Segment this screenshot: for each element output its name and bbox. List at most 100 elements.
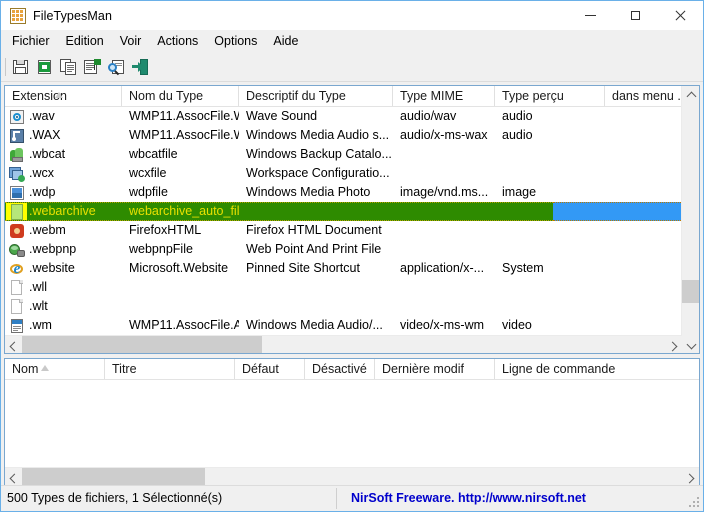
find-button[interactable] (105, 56, 128, 78)
properties-button[interactable] (81, 56, 104, 78)
column-header-label: Ligne de commande (502, 362, 616, 376)
cell-mime (393, 202, 495, 221)
cell-type_name: WMP11.AssocFile.W... (129, 128, 239, 142)
scroll-right-button-bottom[interactable] (682, 468, 699, 485)
cell-mime: audio/x-ms-wax (400, 128, 488, 142)
menu-item-options[interactable]: Options (206, 32, 265, 50)
close-button[interactable] (658, 1, 703, 30)
cell-mime (393, 145, 495, 164)
column-header-d-faut[interactable]: Défaut (235, 359, 305, 379)
save-button[interactable] (9, 56, 32, 78)
table-row[interactable]: .wll (5, 278, 699, 297)
table-row[interactable]: e .website Microsoft.Website Pinned Site Sh… (5, 259, 699, 278)
cell-perceived (495, 221, 605, 240)
table-row[interactable]: .wdp wdpfile Windows Media Photo image/vnd.… (5, 183, 699, 202)
menu-item-actions[interactable]: Actions (149, 32, 206, 50)
cell-extension: .wll (5, 278, 122, 297)
menu-item-voir[interactable]: Voir (112, 32, 150, 50)
menu-bar: Fichier Edition Voir Actions Options Aid… (1, 30, 703, 52)
column-header-label: Descriptif du Type (246, 89, 346, 103)
column-header-titre[interactable]: Titre (105, 359, 235, 379)
status-freeware-link[interactable]: NirSoft Freeware. http://www.nirsoft.net (337, 486, 697, 511)
chevron-left-icon (10, 473, 18, 481)
column-header-label: Nom du Type (129, 89, 204, 103)
cell-type_name (122, 297, 239, 316)
cell-perceived: image (502, 185, 537, 199)
resize-grip[interactable] (689, 497, 701, 509)
chevron-left-icon (10, 341, 18, 349)
table-row[interactable]: .webpnp webpnpFile Web Point And Print Fil… (5, 240, 699, 259)
copy-button[interactable] (57, 56, 80, 78)
cell-menu (605, 202, 699, 221)
filetypesman-window: FileTypesMan Fichier Edition Voir Action… (0, 0, 704, 512)
column-header-label: Défaut (242, 362, 279, 376)
cell-mime: image/vnd.ms... (400, 185, 489, 199)
column-header-nom-du-type[interactable]: Nom du Type (122, 86, 239, 106)
cell-description (239, 278, 393, 297)
cell-type_name: webpnpFile (129, 242, 193, 256)
cell-description: Workspace Configuratio... (246, 166, 390, 180)
menu-item-aide[interactable]: Aide (265, 32, 306, 50)
cell-mime (393, 278, 495, 297)
table-row[interactable]: .wbcat wbcatfile Windows Backup Catalo... (5, 145, 699, 164)
cell-extension: .WAX (5, 126, 122, 145)
column-header-derni-re-modif[interactable]: Dernière modif (375, 359, 495, 379)
column-header-label: dans menu ... (612, 89, 688, 103)
column-header-type-mime[interactable]: Type MIME (393, 86, 495, 106)
wax-file-icon (9, 128, 25, 144)
close-icon (675, 10, 686, 21)
extension-label: .webarchive (29, 204, 96, 218)
exit-button[interactable] (129, 56, 152, 78)
scroll-left-button-top[interactable] (5, 336, 22, 353)
cell-type_name (122, 278, 239, 297)
scroll-down-button[interactable] (682, 336, 699, 353)
caption-buttons (568, 1, 703, 30)
cell-description: Windows Media Photo (246, 185, 371, 199)
table-row[interactable]: .wlt (5, 297, 699, 316)
column-header-d-sactiv[interactable]: Désactivé (305, 359, 375, 379)
scroll-left-button-bottom[interactable] (5, 468, 22, 485)
cell-extension: .wav (5, 107, 122, 126)
website-file-icon: e (9, 261, 25, 277)
column-header-label: Nom (12, 362, 39, 376)
webm-file-icon (9, 223, 25, 239)
table-row[interactable]: .webm FirefoxHTML Firefox HTML Document (5, 221, 699, 240)
table-row[interactable]: .wav WMP11.AssocFile.W... Wave Sound audio/… (5, 107, 699, 126)
column-header-label: Type perçu (502, 89, 564, 103)
page-file-icon (9, 298, 25, 315)
sort-ascending-icon (41, 365, 49, 371)
file-types-list[interactable]: Extension Nom du Type Descriptif du Type Ty… (4, 85, 700, 354)
cell-perceived (495, 278, 605, 297)
scroll-up-button[interactable] (682, 86, 699, 103)
column-header-extension[interactable]: Extension (5, 86, 122, 106)
column-header-type-per-u[interactable]: Type perçu (495, 86, 605, 106)
vertical-scrollbar-thumb[interactable] (682, 280, 699, 303)
table-row[interactable]: .wcx wcxfile Workspace Configuratio... (5, 164, 699, 183)
horizontal-scrollbar-bottom[interactable] (5, 467, 699, 485)
minimize-button[interactable] (568, 1, 613, 30)
cell-mime: application/x-... (400, 261, 485, 275)
app-icon (10, 7, 26, 24)
horizontal-scrollbar-top[interactable] (5, 335, 682, 353)
menu-item-fichier[interactable]: Fichier (4, 32, 58, 50)
column-header-descriptif-du-type[interactable]: Descriptif du Type (239, 86, 393, 106)
scroll-right-button-top[interactable] (665, 336, 682, 353)
horizontal-scrollbar-thumb-bottom[interactable] (22, 468, 205, 485)
status-bar: 500 Types de fichiers, 1 Sélectionné(s) … (1, 485, 703, 511)
find-icon (108, 59, 125, 75)
horizontal-scrollbar-thumb-top[interactable] (22, 336, 262, 353)
cell-description: Firefox HTML Document (246, 223, 382, 237)
sort-ascending-icon (55, 92, 63, 98)
cell-description: Pinned Site Shortcut (246, 261, 360, 275)
column-header-nom[interactable]: Nom (5, 359, 105, 379)
actions-list[interactable]: Nom Titre Défaut Désactivé Dernière modif Lig… (4, 358, 700, 486)
table-row[interactable]: .WAX WMP11.AssocFile.W... Windows Media Au… (5, 126, 699, 145)
refresh-button[interactable] (33, 56, 56, 78)
extension-label: .wlt (29, 299, 48, 313)
menu-item-edition[interactable]: Edition (58, 32, 112, 50)
table-row[interactable]: .webarchive webarchive_auto_file (5, 202, 699, 221)
webpnp-file-icon (9, 242, 25, 258)
maximize-button[interactable] (613, 1, 658, 30)
column-header-ligne-de-commande[interactable]: Ligne de commande (495, 359, 685, 379)
table-row[interactable]: .wm WMP11.AssocFile.ASF Windows Media Audi… (5, 316, 699, 335)
